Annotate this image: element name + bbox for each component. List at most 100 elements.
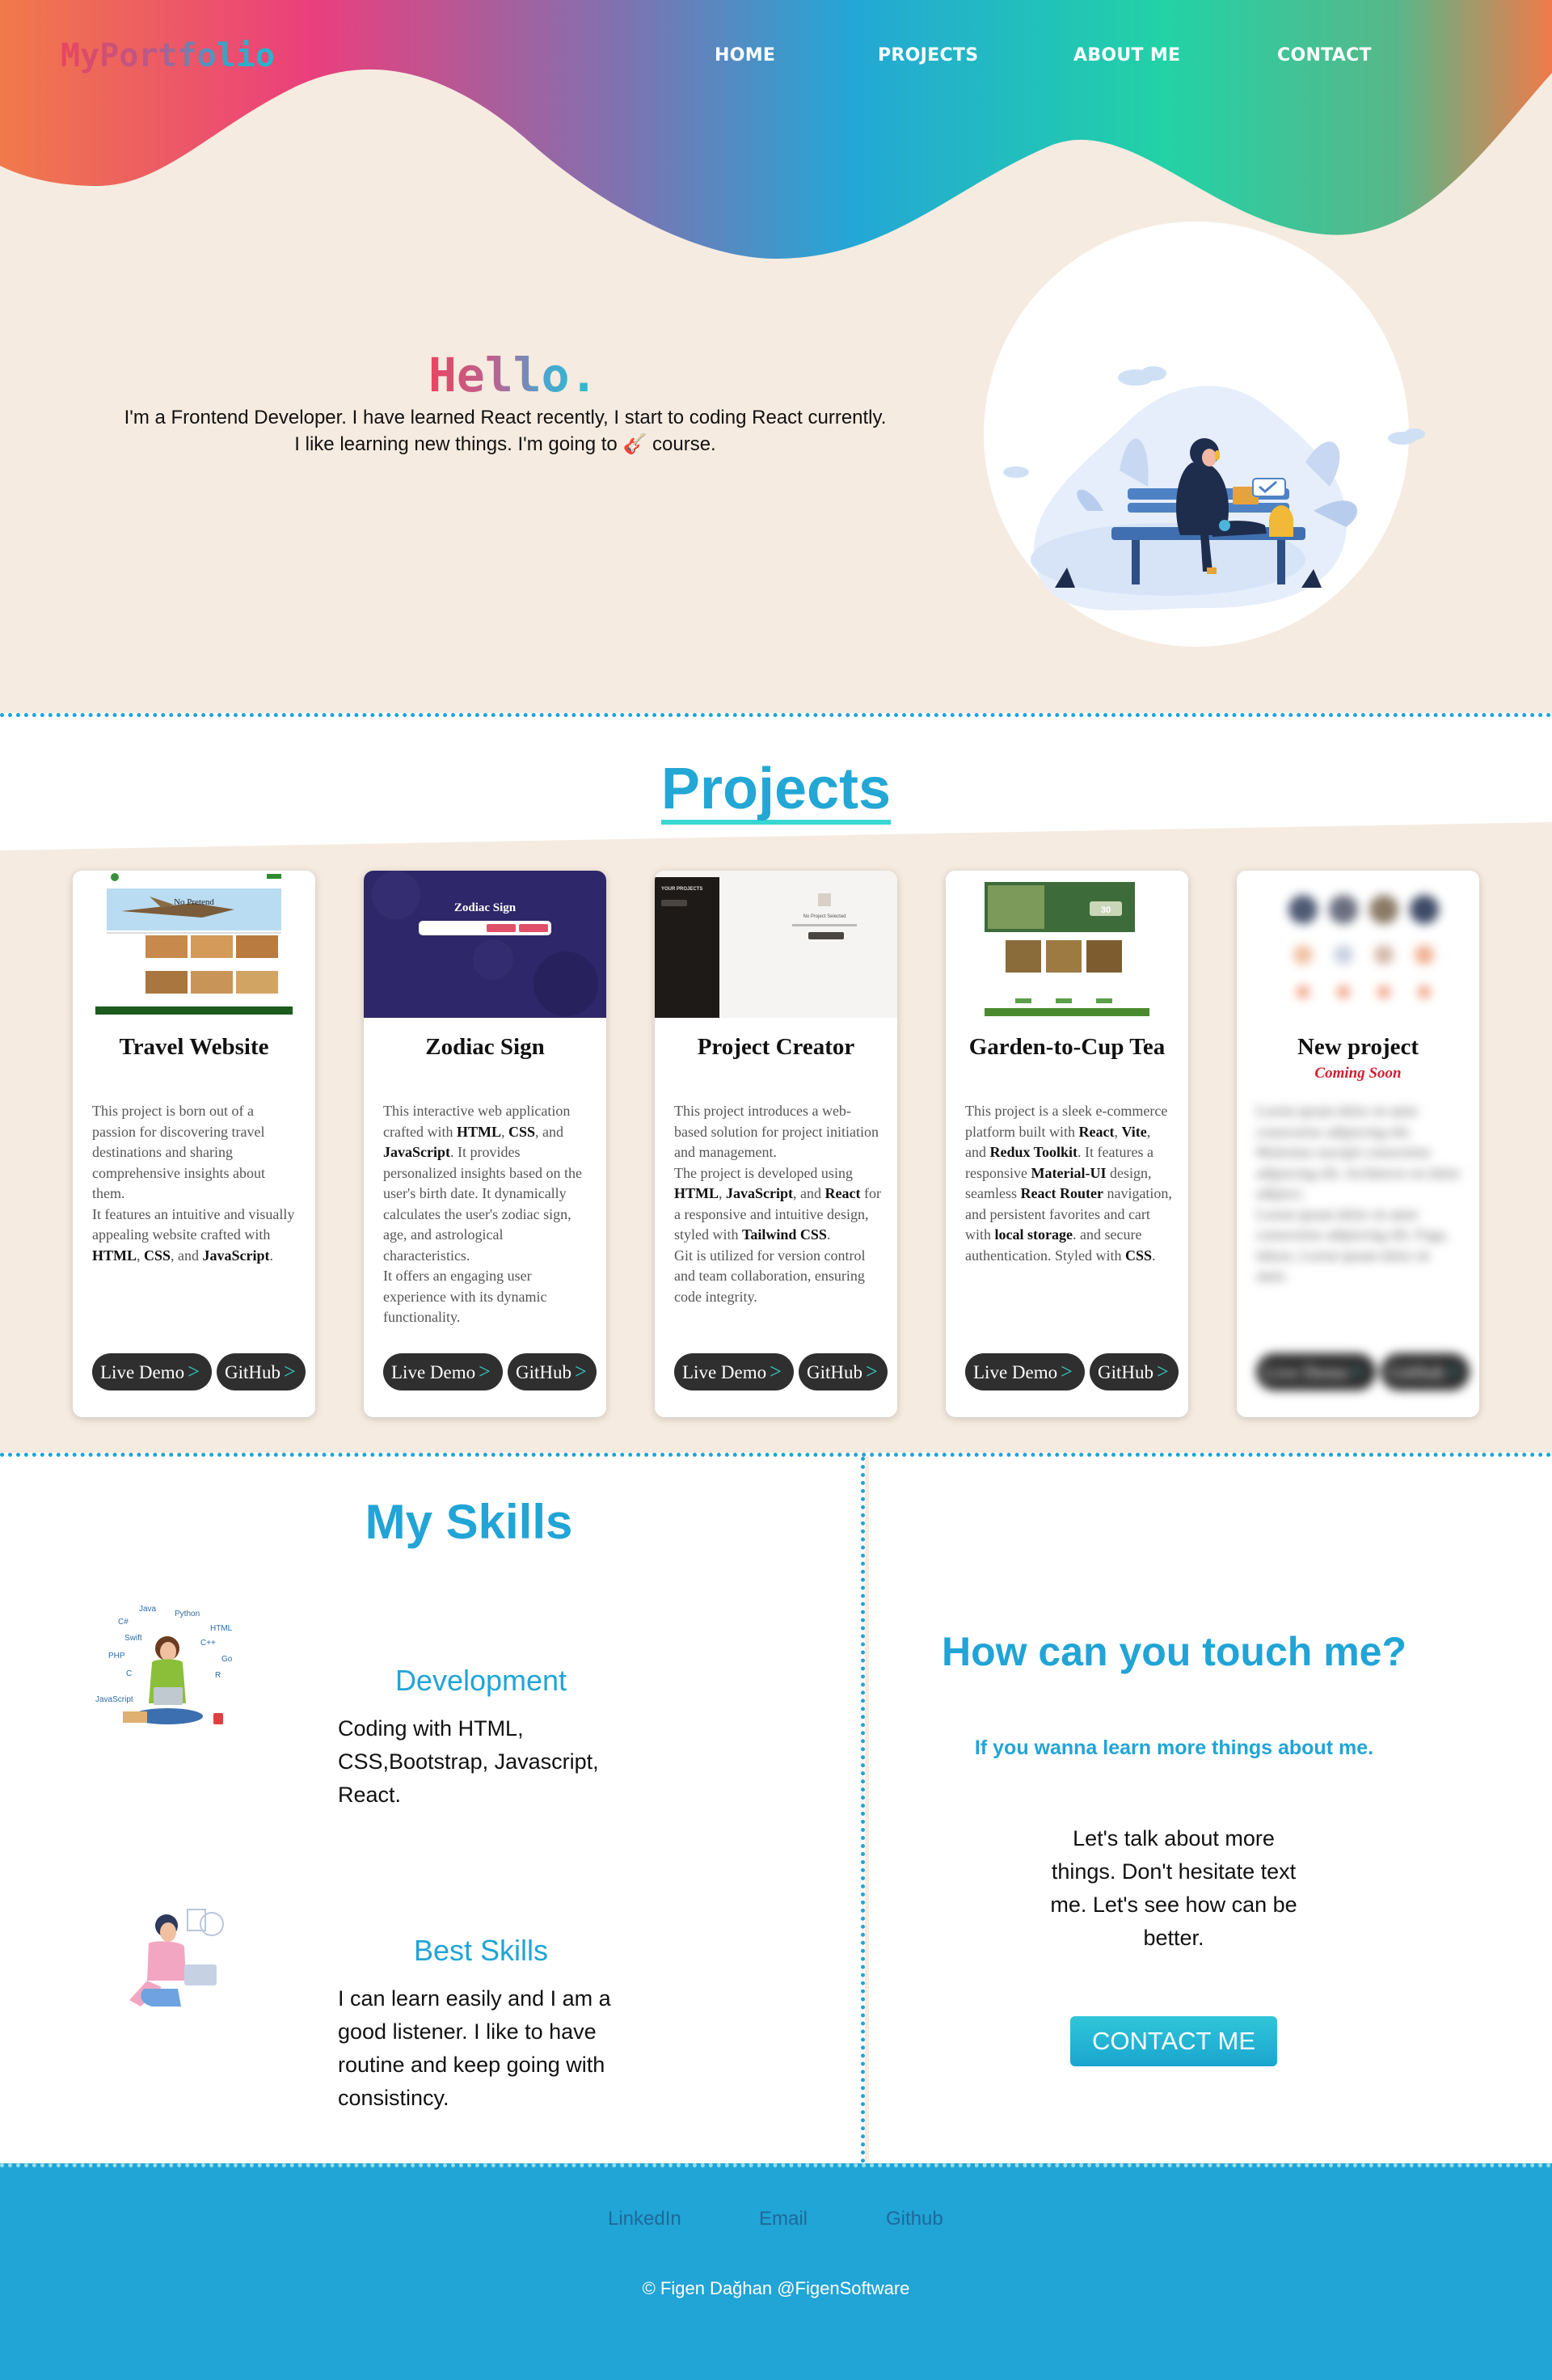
hero-section: MyPortfolio HOME PROJECTS ABOUT ME CONTA… <box>0 0 1552 713</box>
tech-label: Swift <box>124 1634 142 1643</box>
github-button[interactable]: GitHub > <box>1090 1353 1179 1390</box>
skill-text-development: Coding with HTML, CSS,Bootstrap, Javascr… <box>338 1716 599 1807</box>
footer-link-email[interactable]: Email <box>759 2208 808 2230</box>
tech-label: JavaScript <box>95 1695 133 1704</box>
chevron-right-icon: > <box>575 1360 587 1383</box>
project-description: This project is born out of a passion fo… <box>92 1101 299 1266</box>
description-keyword: CSS <box>508 1123 536 1140</box>
hero-illustration <box>984 222 1425 647</box>
github-button[interactable]: GitHub > <box>508 1353 597 1390</box>
thumb-banner-text: No Pretend <box>174 897 214 907</box>
contact-text: Let's talk about more things. Don't hesi… <box>1050 1826 1297 1950</box>
intro-line-2-start: I like learning new things. I'm going to <box>294 433 618 455</box>
github-button[interactable]: GitHub > <box>217 1353 306 1390</box>
developer-illustration: Java Python C# HTML Swift C++ PHP Go C R… <box>91 1598 244 1744</box>
skill-heading-development: Development <box>394 1664 567 1697</box>
project-thumbnail[interactable]: Zodiac Sign <box>364 871 606 1018</box>
nav-projects[interactable]: PROJECTS <box>878 45 978 65</box>
github-button: GitHub > <box>1381 1353 1470 1390</box>
tech-label: C <box>126 1669 132 1678</box>
projects-heading: Projects <box>0 756 1552 825</box>
live-demo-label: Live Demo <box>973 1362 1058 1382</box>
description-keyword: Vite <box>1121 1123 1147 1140</box>
project-thumbnail[interactable]: 30 <box>946 871 1188 1018</box>
project-buttons: Live Demo > GitHub > <box>674 1353 888 1390</box>
live-demo-button[interactable]: Live Demo > <box>383 1353 503 1390</box>
tech-label: Java <box>139 1605 157 1614</box>
contact-heading: How can you touch me? <box>941 1629 1407 1674</box>
live-demo-label: Live Demo <box>682 1362 767 1382</box>
nav-home[interactable]: HOME <box>715 45 775 65</box>
description-text: Git is utilized for version control and … <box>674 1247 866 1305</box>
footer: LinkedIn Email Github © Figen Dağhan @Fi… <box>0 2163 1552 2380</box>
tech-label: PHP <box>108 1652 125 1661</box>
github-label: GitHub <box>1098 1362 1153 1382</box>
skill-text-best-skills: I can learn easily and I am a good liste… <box>338 1986 611 2110</box>
description-text: , <box>719 1185 727 1201</box>
contact-section: How can you touch me? If you wanna learn… <box>869 1457 1552 2163</box>
chevron-right-icon: > <box>1157 1360 1169 1383</box>
project-buttons: Live Demo > GitHub > <box>92 1353 306 1390</box>
intro-line-2-end: course. <box>652 433 716 455</box>
github-button[interactable]: GitHub > <box>799 1353 888 1390</box>
tech-label: C# <box>118 1618 129 1627</box>
description-text: The project is developed using <box>674 1164 853 1181</box>
live-demo-button[interactable]: Live Demo > <box>674 1353 794 1390</box>
contact-me-button[interactable]: CONTACT ME <box>1070 2016 1277 2066</box>
project-description: This project introduces a web-based solu… <box>674 1101 881 1307</box>
site-logo[interactable]: MyPortfolio <box>61 37 275 74</box>
description-text: , <box>500 1123 508 1140</box>
tech-label: R <box>215 1671 221 1680</box>
project-thumbnail[interactable]: No Pretend <box>73 871 315 1018</box>
chevron-right-icon: > <box>1061 1360 1073 1383</box>
description-keyword: CSS <box>1124 1247 1152 1264</box>
live-demo-label: Live Demo <box>1264 1362 1349 1382</box>
description-keyword: React <box>824 1185 861 1201</box>
description-text: . It provides personalized insights base… <box>383 1144 582 1264</box>
project-thumbnail <box>1237 871 1479 1018</box>
greeting: Hello. <box>428 348 598 403</box>
project-description: This interactive web application crafted… <box>383 1101 590 1328</box>
live-demo-button: Live Demo > <box>1256 1353 1376 1390</box>
project-description: This project is a sleek e-commerce platf… <box>965 1101 1172 1266</box>
project-thumbnail[interactable]: YOUR PROJECTS No Project Selected <box>655 871 897 1018</box>
project-card-project-creator: YOUR PROJECTS No Project Selected Projec… <box>655 871 897 1417</box>
description-text: It offers an engaging user experience wi… <box>383 1268 547 1325</box>
description-keyword: JavaScript <box>726 1185 794 1201</box>
project-title: Garden-to-Cup Tea <box>968 1034 1166 1060</box>
description-text: . <box>1152 1247 1156 1264</box>
nav-about-me[interactable]: ABOUT ME <box>1073 45 1180 65</box>
description-text: It features an intuitive and visually ap… <box>92 1205 295 1243</box>
description-text: Lorem ipsum dolor sit amet consectetur a… <box>1256 1103 1461 1201</box>
live-demo-button[interactable]: Live Demo > <box>965 1353 1085 1390</box>
project-card-new-project: New project Coming Soon Lorem ipsum dolo… <box>1237 871 1479 1417</box>
live-demo-button[interactable]: Live Demo > <box>92 1353 212 1390</box>
description-keyword: JavaScript <box>383 1144 450 1160</box>
description-keyword: HTML <box>674 1185 719 1201</box>
project-card-garden-to-cup-tea: 30 Garden-to-Cup Tea This project is a s… <box>946 871 1188 1417</box>
description-text: , and <box>535 1123 564 1140</box>
footer-link-linkedin[interactable]: LinkedIn <box>608 2208 681 2230</box>
project-title: Travel Website <box>119 1034 269 1060</box>
intro-text: I'm a Frontend Developer. I have learned… <box>81 404 930 458</box>
tech-label: Python <box>175 1610 200 1618</box>
github-label: GitHub <box>1389 1362 1444 1382</box>
description-keyword: React <box>1078 1123 1115 1140</box>
thumb-empty-text: No Project Selected <box>803 914 846 919</box>
description-text: This project introduces a web-based solu… <box>674 1103 879 1160</box>
footer-link-github[interactable]: Github <box>886 2208 943 2230</box>
project-title: Zodiac Sign <box>425 1034 545 1060</box>
skills-heading: My Skills <box>365 1495 573 1549</box>
intro-line-1: I'm a Frontend Developer. I have learned… <box>124 407 887 428</box>
greeting-wrap: Hello. <box>428 348 598 403</box>
projects-title-text: Projects <box>660 758 892 825</box>
nav-contact[interactable]: CONTACT <box>1277 45 1372 65</box>
description-keyword: local storage <box>994 1226 1073 1243</box>
coming-soon-label: Coming Soon <box>1314 1065 1402 1082</box>
projects-section: Projects No Pretend Travel Website This … <box>0 713 1552 1457</box>
tech-label: Go <box>221 1655 233 1664</box>
description-text: , and <box>171 1247 203 1264</box>
description-keyword: Redux Toolkit <box>989 1144 1078 1160</box>
thumb-banner-text: Zodiac Sign <box>454 901 517 914</box>
intro-line-2: I like learning new things. I'm going to… <box>81 431 930 458</box>
